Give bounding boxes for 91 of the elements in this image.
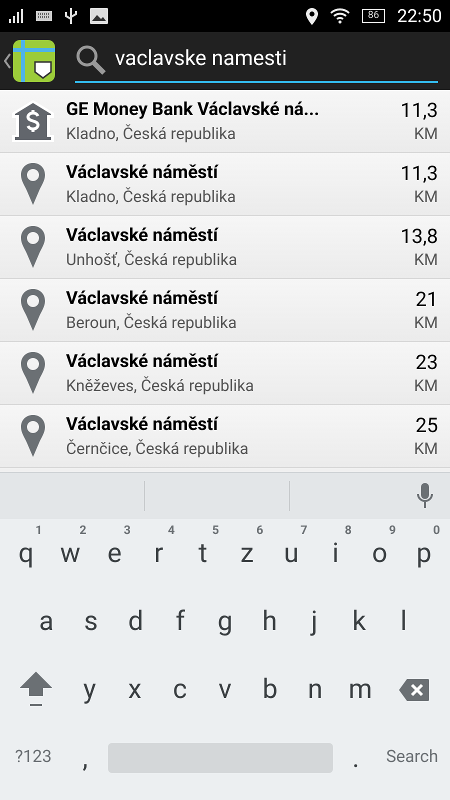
search-text: vaclavske namesti [115,46,287,74]
distance-unit: KM [414,249,438,271]
result-address: Kladno, Česká republika [66,186,237,208]
battery-level: 86 [362,9,386,23]
keyboard-key[interactable]: c [157,656,202,724]
symbols-key[interactable]: ?123 [4,724,63,792]
keyboard-key[interactable]: x [112,656,158,724]
map-pin-icon [20,351,46,395]
keyboard-key[interactable]: 9 o [358,519,402,588]
keyboard-key[interactable]: 4 r [136,519,181,588]
keyboard-key[interactable]: y [67,656,112,724]
keyboard-key[interactable]: d [113,587,158,656]
microphone-icon[interactable] [416,482,434,510]
result-address: Kladno, Česká republika [66,123,237,145]
result-address: Unhošť, Česká republika [66,249,238,271]
keyboard-icon [36,11,52,21]
key-hint: 9 [388,522,396,539]
keyboard-key[interactable]: 5 t [180,519,226,588]
keyboard-key[interactable]: 6 z [225,519,270,588]
result-title: Václavské náměstí [66,224,220,248]
image-icon [90,8,108,24]
distance-unit: KM [414,186,438,208]
result-address: Černčice, Česká republika [66,438,250,460]
result-title: Václavské náměstí [66,287,220,311]
key-hint: 4 [168,522,175,539]
keyboard-key[interactable]: 1 q [4,519,48,588]
distance-unit: KM [414,123,438,145]
result-title: Václavské náměstí [66,161,220,185]
keyboard-key[interactable]: l [381,587,426,656]
keyboard-key[interactable]: b [248,656,293,724]
search-key[interactable]: Search [378,724,446,792]
distance-unit: KM [414,375,438,397]
result-row[interactable]: Václavské náměstí Kladno, Česká republika 11,3 KM [0,153,450,216]
key-hint: 7 [300,522,308,539]
result-address: Beroun, Česká republika [66,312,238,334]
keyboard-key[interactable]: 0 p [402,519,446,588]
key-hint: 1 [35,522,42,539]
bank-icon [11,99,55,143]
key-hint: 6 [256,522,264,539]
result-distance: 23 [416,349,438,375]
key-hint: 3 [124,522,131,539]
keyboard-key[interactable]: . [333,724,378,792]
result-distance: 25 [416,412,438,438]
keyboard-key[interactable]: 3 e [92,519,137,588]
result-distance: 11,3 [400,160,438,186]
key-hint: 5 [212,522,220,539]
result-row[interactable]: Václavské náměstí Unhošť, Česká republika 13,8 KM [0,216,450,279]
keyboard-key[interactable]: f [158,587,203,656]
map-pin-icon [20,288,46,332]
distance-unit: KM [414,438,438,460]
keyboard-key[interactable]: s [68,587,114,656]
result-row[interactable]: Václavské náměstí Kněževes, Česká republika 23 KM [0,342,450,405]
keyboard-key[interactable]: g [202,587,248,656]
map-pin-icon [20,414,46,458]
app-logo-icon[interactable] [13,40,55,82]
usb-icon [64,7,78,25]
keyboard-key[interactable]: 2 w [48,519,92,588]
map-pin-icon [20,225,46,269]
map-pin-icon [20,162,46,206]
result-address: Kněževes, Česká republika [66,375,255,397]
keyboard-key[interactable]: , [62,724,108,792]
result-title: GE Money Bank Václavské ná... [66,98,320,122]
key-hint: 2 [80,522,86,539]
result-title: Václavské náměstí [66,350,220,374]
distance-unit: KM [414,312,438,334]
keyboard-key[interactable]: n [292,656,338,724]
result-distance: 11,3 [400,97,438,123]
result-row[interactable]: Václavské náměstí Černčice, Česká republika 25 KM [0,405,450,468]
keyboard-key[interactable]: k [336,587,382,656]
keyboard-key[interactable]: 7 u [269,519,314,588]
keyboard-key[interactable]: m [338,656,383,724]
keyboard-key[interactable]: a [24,587,69,656]
keyboard-key[interactable]: j [292,587,337,656]
keyboard-key[interactable]: 8 i [313,519,358,588]
search-field[interactable]: vaclavske namesti [75,39,438,83]
result-title: Václavské náměstí [66,413,220,437]
result-distance: 21 [416,286,438,312]
shift-arrow-icon [20,670,52,709]
key-hint: 8 [344,522,352,539]
key-hint: 0 [433,522,440,539]
wifi-icon [330,8,350,24]
result-distance: 13,8 [400,223,438,249]
backspace-icon [398,678,430,702]
search-icon [75,44,107,76]
result-row[interactable]: Václavské náměstí Beroun, Česká republika 21 KM [0,279,450,342]
result-row[interactable]: GE Money Bank Václavské ná... Kladno, Česká republika 11,3 KM [0,90,450,153]
keyboard-key[interactable]: h [247,587,292,656]
back-icon[interactable] [4,53,11,69]
location-icon [306,8,318,24]
keyboard-key[interactable]: v [202,656,248,724]
clock: 22:50 [397,4,442,28]
